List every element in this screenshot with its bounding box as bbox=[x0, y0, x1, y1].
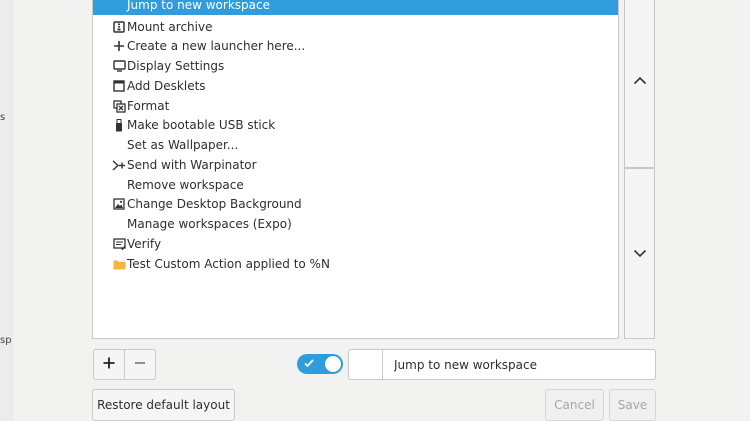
plus-icon bbox=[112, 39, 126, 53]
list-item[interactable]: Create a new launcher here... bbox=[93, 36, 618, 56]
toggle-knob bbox=[325, 356, 341, 372]
list-item[interactable]: Manage workspaces (Expo) bbox=[93, 214, 618, 234]
list-item-label: Test Custom Action applied to %N bbox=[127, 257, 330, 271]
cancel-button[interactable]: Cancel bbox=[545, 389, 604, 421]
add-item-button[interactable] bbox=[93, 349, 125, 380]
list-item-label: Create a new launcher here... bbox=[127, 39, 306, 53]
list-item[interactable]: Test Custom Action applied to %N bbox=[93, 254, 618, 274]
list-item-label: Change Desktop Background bbox=[127, 197, 302, 211]
picture-icon bbox=[112, 197, 126, 211]
restore-default-layout-button[interactable]: Restore default layout bbox=[92, 389, 235, 421]
move-down-button[interactable] bbox=[624, 168, 655, 339]
check-icon bbox=[303, 357, 315, 372]
list-item-label: Remove workspace bbox=[127, 178, 244, 192]
chevron-down-icon bbox=[633, 247, 647, 261]
list-item-label: Format bbox=[127, 99, 170, 113]
list-item[interactable]: Add Desklets bbox=[93, 76, 618, 96]
verify-icon bbox=[112, 237, 126, 251]
list-item-label: Send with Warpinator bbox=[127, 158, 257, 172]
context-menu-editor-dialog: Jump to new workspace Mount archive Crea… bbox=[14, 0, 750, 421]
list-item-label: Mount archive bbox=[127, 20, 213, 34]
remove-item-button[interactable] bbox=[124, 349, 156, 380]
chevron-up-icon bbox=[633, 74, 647, 88]
minus-icon bbox=[134, 357, 146, 372]
list-item[interactable]: Send with Warpinator bbox=[93, 155, 618, 175]
list-item[interactable]: Verify bbox=[93, 234, 618, 254]
list-item-label: Make bootable USB stick bbox=[127, 118, 276, 132]
move-up-button[interactable] bbox=[624, 0, 655, 168]
list-item-label: Verify bbox=[127, 237, 162, 251]
plus-icon bbox=[103, 357, 115, 372]
list-item[interactable]: Remove workspace bbox=[93, 175, 618, 195]
blank-icon bbox=[112, 0, 126, 12]
format-icon bbox=[112, 99, 126, 113]
icon-chooser-button[interactable] bbox=[348, 349, 382, 380]
actions-list[interactable]: Jump to new workspace Mount archive Crea… bbox=[92, 0, 619, 339]
list-item-label: Add Desklets bbox=[127, 79, 206, 93]
desklet-icon bbox=[112, 79, 126, 93]
folder-icon bbox=[112, 257, 126, 271]
list-item[interactable]: Make bootable USB stick bbox=[93, 115, 618, 135]
list-item[interactable]: Set as Wallpaper... bbox=[93, 135, 618, 155]
background-window: s sp bbox=[0, 0, 14, 421]
action-name-field[interactable] bbox=[382, 349, 656, 380]
save-button[interactable]: Save bbox=[609, 389, 656, 421]
list-item-label: Jump to new workspace bbox=[127, 0, 270, 12]
usb-icon bbox=[112, 118, 126, 132]
archive-icon bbox=[112, 20, 126, 34]
blank-icon bbox=[112, 178, 126, 192]
list-item[interactable]: Jump to new workspace bbox=[93, 0, 618, 15]
background-text: s bbox=[0, 112, 6, 123]
blank-icon bbox=[112, 217, 126, 231]
button-label: Restore default layout bbox=[97, 398, 230, 412]
list-item[interactable]: Display Settings bbox=[93, 56, 618, 76]
blank-icon bbox=[112, 138, 126, 152]
background-text: sp bbox=[0, 335, 12, 346]
button-label: Save bbox=[617, 398, 648, 412]
list-item-label: Manage workspaces (Expo) bbox=[127, 217, 292, 231]
list-item-label: Set as Wallpaper... bbox=[127, 138, 239, 152]
list-item-label: Display Settings bbox=[127, 59, 225, 73]
button-label: Cancel bbox=[554, 398, 595, 412]
list-item[interactable]: Mount archive bbox=[93, 17, 618, 37]
display-icon bbox=[112, 59, 126, 73]
enable-toggle[interactable] bbox=[297, 354, 343, 374]
warpinator-icon bbox=[112, 158, 126, 172]
list-item[interactable]: Format bbox=[93, 96, 618, 116]
list-item[interactable]: Change Desktop Background bbox=[93, 194, 618, 214]
